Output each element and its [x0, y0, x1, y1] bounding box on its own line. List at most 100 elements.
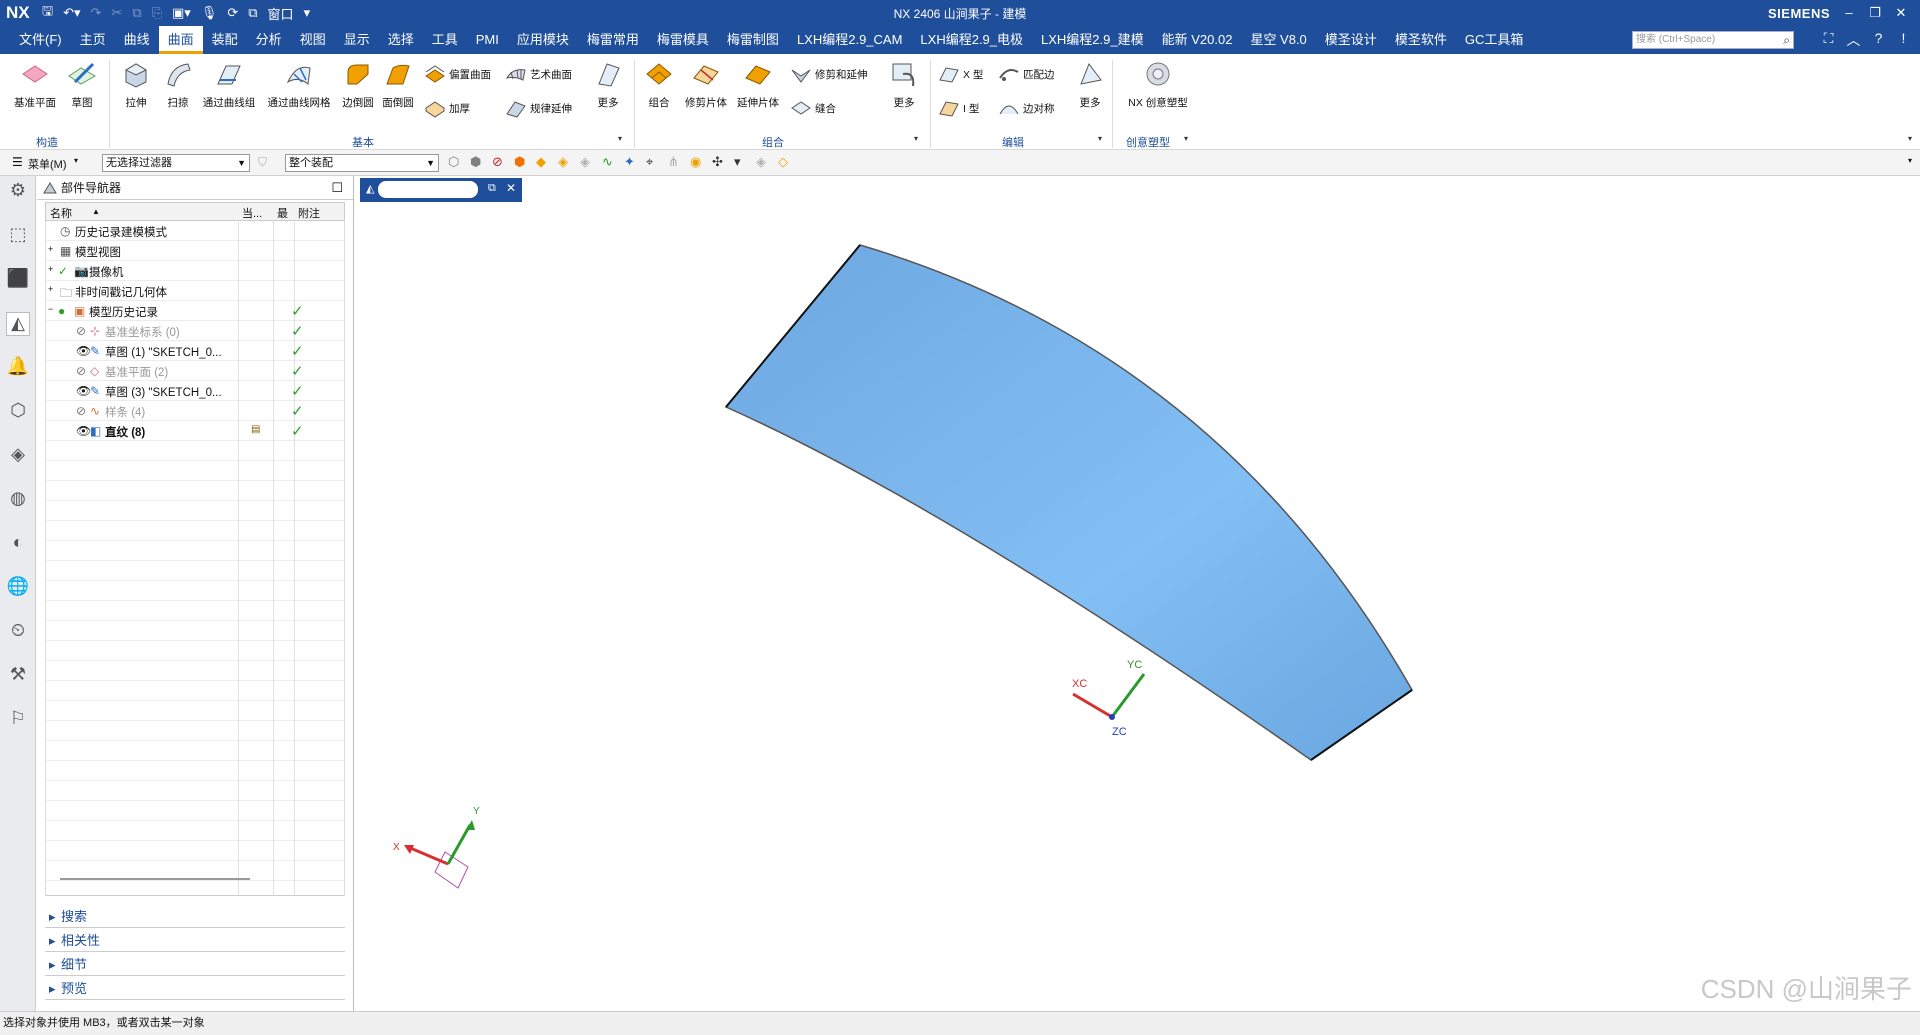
history-palette-icon[interactable]: ◍	[6, 488, 30, 512]
column-notes[interactable]: 附注	[298, 205, 320, 221]
cut-icon[interactable]: ✂	[111, 5, 122, 21]
hidden-eye-icon[interactable]: ⊘	[76, 404, 86, 418]
minimize-icon[interactable]: –	[1836, 5, 1862, 21]
ribbon-tab[interactable]: 模圣软件	[1386, 26, 1456, 54]
tree-row[interactable]: ⊘ ⊹ 基准坐标系 (0) ✓	[46, 321, 346, 341]
clock-icon[interactable]: ⏲	[6, 620, 30, 644]
graphics-window[interactable]: XC YC ZC X Y	[360, 202, 1920, 1011]
ribbon-tab[interactable]: 能新 V20.02	[1153, 26, 1242, 54]
tree-row[interactable]: ◷ 历史记录建模模式	[46, 221, 346, 241]
group-basic-dropdown-icon[interactable]: ▾	[618, 134, 622, 143]
through-curve-mesh-button[interactable]: 通过曲线网格	[262, 60, 336, 110]
thicken-button[interactable]: 加厚	[424, 98, 470, 118]
ribbon-tab[interactable]: 选择	[379, 26, 423, 54]
close-tab-icon[interactable]: ✕	[506, 181, 516, 195]
hamburger-icon[interactable]: ☰	[12, 155, 23, 169]
select-features-icon[interactable]: ⬢	[470, 154, 481, 170]
body-filter-icon[interactable]: ◈	[756, 154, 766, 170]
wcs-triad[interactable]: XC YC ZC	[1072, 659, 1146, 738]
solid-body-icon[interactable]: ⬢	[514, 154, 525, 170]
ribbon-tab[interactable]: 显示	[335, 26, 379, 54]
part-navigator-icon[interactable]: ◭	[6, 312, 30, 336]
tree-row[interactable]: 👁 ✎ 草图 (3) "SKETCH_0... ✓	[46, 381, 346, 401]
deselect-icon[interactable]: ⊘	[492, 154, 503, 170]
sketch-button[interactable]: 草图	[64, 60, 100, 110]
ribbon-tab[interactable]: 装配	[203, 26, 247, 54]
sheet-body-icon[interactable]: ◆	[536, 154, 546, 170]
ribbon-tab[interactable]: 曲线	[115, 26, 159, 54]
role-icon[interactable]: ⚐	[6, 708, 30, 732]
selection-scope-select[interactable]: 整个装配 ▼	[285, 154, 439, 172]
navigator-panel-header[interactable]: 相关性	[45, 930, 345, 952]
x-form-button[interactable]: X 型	[938, 64, 983, 84]
expand-toggle-icon[interactable]: −	[48, 305, 57, 314]
ribbon-tab[interactable]: 梅雷模具	[648, 26, 718, 54]
studio-surface-button[interactable]: 艺术曲面	[505, 64, 572, 84]
paste-icon[interactable]: ⎘	[152, 5, 162, 21]
more-basic-button[interactable]: 更多	[590, 60, 626, 110]
navigator-panel-header[interactable]: 搜索	[45, 906, 345, 928]
trim-sheet-button[interactable]: 修剪片体	[682, 60, 730, 110]
tree-row[interactable]: − ● ▣ 模型历史记录 ✓	[46, 301, 346, 321]
ruled-surface[interactable]	[724, 244, 1413, 761]
tree-row[interactable]: 👁 ◧ 直纹 (8) ▤ ✓	[46, 421, 346, 441]
tree-row[interactable]: + 🗀 非时间戳记几何体	[46, 281, 346, 301]
tree-row[interactable]: + ✓ 📷 摄像机	[46, 261, 346, 281]
repeat-command-icon[interactable]: ⟳	[227, 5, 238, 21]
eye-icon[interactable]: 👁	[76, 384, 91, 398]
match-edge-button[interactable]: 匹配边	[998, 64, 1055, 84]
ribbon-tab[interactable]: GC工具箱	[1456, 26, 1533, 54]
hd3d-icon[interactable]: ⬡	[6, 400, 30, 424]
intersection-icon[interactable]: ⋔	[668, 154, 679, 170]
sweep-button[interactable]: 扫掠	[158, 60, 198, 110]
part-tab[interactable]: ◭ Part1.prt ⧉ ✕	[360, 178, 522, 202]
face-filter-icon[interactable]: ◇	[778, 154, 788, 170]
constraint-navigator-icon[interactable]: ⬛	[6, 268, 30, 292]
viewport-canvas[interactable]: XC YC ZC X Y	[360, 202, 1920, 1011]
reuse-library-icon[interactable]: 🔔	[6, 356, 30, 380]
undo-icon[interactable]: ↶▾	[63, 5, 80, 21]
ribbon-tab[interactable]: 工具	[423, 26, 467, 54]
maximize-navigator-icon[interactable]: ☐	[331, 176, 343, 200]
more-edit-button[interactable]: 更多	[1072, 60, 1108, 110]
through-curves-button[interactable]: 通过曲线组	[198, 60, 260, 110]
alert-icon[interactable]: !	[1891, 30, 1916, 50]
group-combine-dropdown-icon[interactable]: ▾	[914, 134, 918, 143]
reset-filter-icon[interactable]: ⛉	[258, 155, 267, 170]
sort-ascending-icon[interactable]: ▲	[92, 207, 100, 216]
ribbon-options-icon[interactable]: ▾	[1908, 134, 1912, 143]
process-studio-icon[interactable]: ◐	[6, 532, 30, 556]
view-triad[interactable]: X Y	[393, 806, 480, 889]
nx-realize-shape-button[interactable]: NX 创意塑型	[1118, 60, 1198, 110]
ribbon-tab[interactable]: LXH编程2.9_建模	[1032, 26, 1153, 54]
selection-filter-select[interactable]: 无选择过滤器 ▼	[102, 154, 250, 172]
visible-check-icon[interactable]: ✓	[58, 264, 68, 278]
ribbon-tab[interactable]: 曲面	[158, 26, 203, 54]
center-icon[interactable]: ◉	[690, 154, 701, 170]
column-current[interactable]: 当...	[242, 205, 262, 221]
eye-icon[interactable]: 👁	[76, 344, 91, 358]
window-icon[interactable]: ⧉	[248, 5, 257, 21]
column-latest[interactable]: 最	[277, 205, 288, 221]
help-icon[interactable]: ?	[1866, 30, 1891, 50]
curve-icon[interactable]: ∿	[602, 154, 613, 170]
edge-blend-button[interactable]: 边倒圆	[338, 60, 378, 110]
ribbon-tab[interactable]: LXH编程2.9_电极	[911, 26, 1032, 54]
ribbon-tab[interactable]: 模圣设计	[1316, 26, 1386, 54]
file-menu[interactable]: 文件(F)	[10, 26, 71, 54]
i-form-button[interactable]: I 型	[938, 98, 979, 118]
ribbon-tab[interactable]: 梅雷制图	[718, 26, 788, 54]
snap-options-icon[interactable]: ✣	[712, 154, 723, 170]
snap-point-icon[interactable]: ⌖	[646, 154, 653, 170]
expand-toggle-icon[interactable]: +	[48, 265, 57, 274]
extend-sheet-button[interactable]: 延伸片体	[734, 60, 782, 110]
select-all-icon[interactable]: ⬡	[448, 154, 459, 170]
horizontal-scrollbar[interactable]	[60, 878, 250, 880]
snap-dropdown-icon[interactable]: ▾	[734, 154, 741, 170]
settings-icon[interactable]: ⚙	[6, 180, 30, 204]
ribbon-tab[interactable]: LXH编程2.9_CAM	[788, 26, 911, 54]
restore-icon[interactable]: ❐	[1862, 5, 1888, 21]
ribbon-tab[interactable]: PMI	[467, 26, 508, 54]
browser-icon[interactable]: 🌐	[6, 576, 30, 600]
web-browser-icon[interactable]: ◈	[6, 444, 30, 468]
